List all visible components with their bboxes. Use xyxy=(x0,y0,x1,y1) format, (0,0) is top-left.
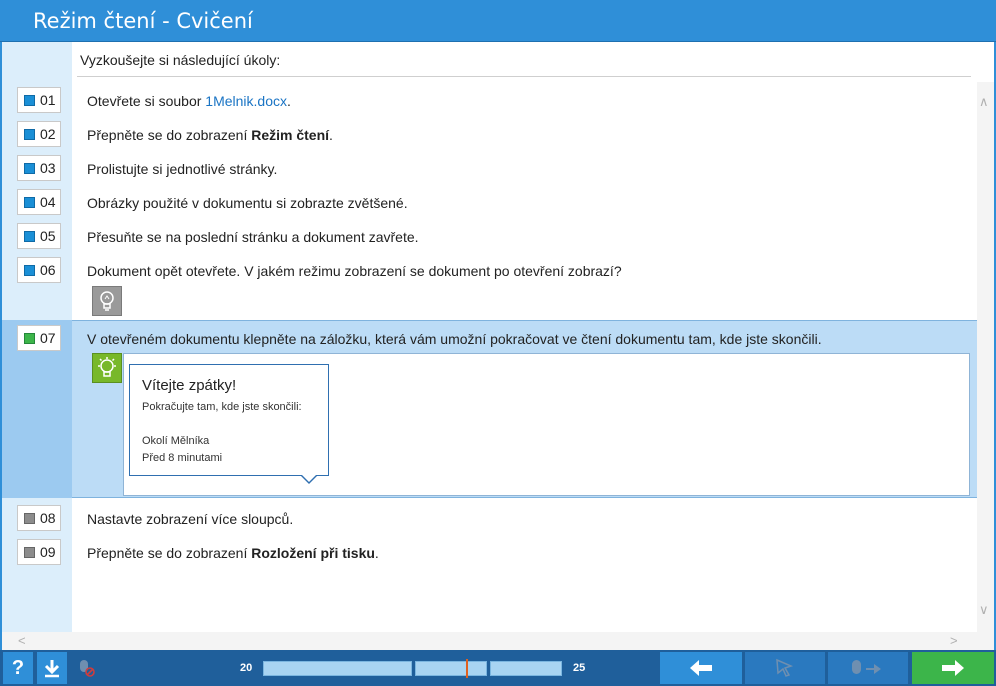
status-square-icon xyxy=(24,546,35,558)
lightbulb-icon xyxy=(98,357,116,377)
next-button[interactable] xyxy=(912,652,994,684)
task-number-02[interactable]: 02 xyxy=(17,121,61,147)
progress-marker xyxy=(466,659,469,678)
task-text-01: Otevřete si soubor 1Melnik.docx. xyxy=(87,93,291,109)
popup-time: Před 8 minutami xyxy=(142,452,223,464)
download-icon xyxy=(44,660,60,678)
task-text-07: V otevřeném dokumentu klepněte na záložk… xyxy=(87,331,822,347)
mouse-disabled-icon xyxy=(80,660,95,677)
popup-location: Okolí Mělníka xyxy=(142,435,210,447)
status-square-icon xyxy=(24,264,35,276)
progress-segment xyxy=(490,661,562,676)
vertical-scrollbar[interactable]: ∧ ∨ xyxy=(977,82,994,632)
popup-tail-inner xyxy=(301,474,317,482)
status-square-icon xyxy=(24,162,35,174)
task-number-06[interactable]: 06 xyxy=(17,257,61,283)
scroll-right-icon[interactable]: > xyxy=(950,633,958,648)
download-button[interactable] xyxy=(37,652,67,684)
task-number-08[interactable]: 08 xyxy=(17,505,61,531)
progress-end-label: 25 xyxy=(573,662,586,674)
hint-button[interactable] xyxy=(92,286,122,316)
title-bar: Režim čtení - Cvičení xyxy=(0,0,996,42)
status-square-icon xyxy=(24,94,35,106)
file-link[interactable]: 1Melnik.docx xyxy=(205,93,287,109)
help-icon: ? xyxy=(11,656,25,679)
mouse-arrow-icon xyxy=(852,660,881,674)
intro-text: Vyzkoušejte si následující úkoly: xyxy=(80,52,281,68)
progress-start-label: 20 xyxy=(240,662,253,674)
popup-subtitle: Pokračujte tam, kde jste skončili: xyxy=(142,401,302,413)
arrow-left-icon xyxy=(690,660,712,676)
horizontal-scrollbar[interactable]: < > xyxy=(2,632,994,650)
task-number-03[interactable]: 03 xyxy=(17,155,61,181)
back-button[interactable] xyxy=(660,652,742,684)
status-square-icon xyxy=(24,230,35,242)
task-text-05: Přesuňte se na poslední stránku a dokume… xyxy=(87,229,419,245)
task-number-04[interactable]: 04 xyxy=(17,189,61,215)
task-text-06: Dokument opět otevřete. V jakém režimu z… xyxy=(87,263,622,279)
pointer-button[interactable] xyxy=(745,652,825,684)
lightbulb-icon xyxy=(100,291,114,311)
help-button[interactable]: ? xyxy=(3,652,33,684)
mouse-toggle-button[interactable] xyxy=(71,652,101,684)
status-square-icon xyxy=(24,128,35,140)
welcome-back-popup[interactable]: Vítejte zpátky! Pokračujte tam, kde jste… xyxy=(129,364,329,476)
task-text-02: Přepněte se do zobrazení Režim čtení. xyxy=(87,127,333,143)
window-title: Režim čtení - Cvičení xyxy=(33,9,253,33)
task-text-09: Přepněte se do zobrazení Rozložení při t… xyxy=(87,545,379,561)
status-square-icon xyxy=(24,512,35,524)
task-text-03: Prolistujte si jednotlivé stránky. xyxy=(87,161,278,177)
intro-divider xyxy=(77,76,971,77)
scroll-down-icon[interactable]: ∨ xyxy=(979,602,989,618)
task-text-04: Obrázky použité v dokumentu si zobrazte … xyxy=(87,195,408,211)
status-square-icon xyxy=(24,196,35,208)
scroll-left-icon[interactable]: < xyxy=(18,633,26,648)
task-number-05[interactable]: 05 xyxy=(17,223,61,249)
progress-segment xyxy=(415,661,487,676)
task-text-08: Nastavte zobrazení více sloupců. xyxy=(87,511,294,527)
status-square-icon xyxy=(24,332,35,344)
task-number-07[interactable]: 07 xyxy=(17,325,61,351)
task-number-01[interactable]: 01 xyxy=(17,87,61,113)
pointer-icon xyxy=(776,658,794,677)
progress-segment xyxy=(263,661,412,676)
hint-button-active[interactable] xyxy=(92,353,122,383)
popup-title: Vítejte zpátky! xyxy=(142,377,237,394)
arrow-right-icon xyxy=(942,660,964,676)
task-number-09[interactable]: 09 xyxy=(17,539,61,565)
mouse-next-button[interactable] xyxy=(828,652,908,684)
scroll-up-icon[interactable]: ∧ xyxy=(979,94,989,110)
